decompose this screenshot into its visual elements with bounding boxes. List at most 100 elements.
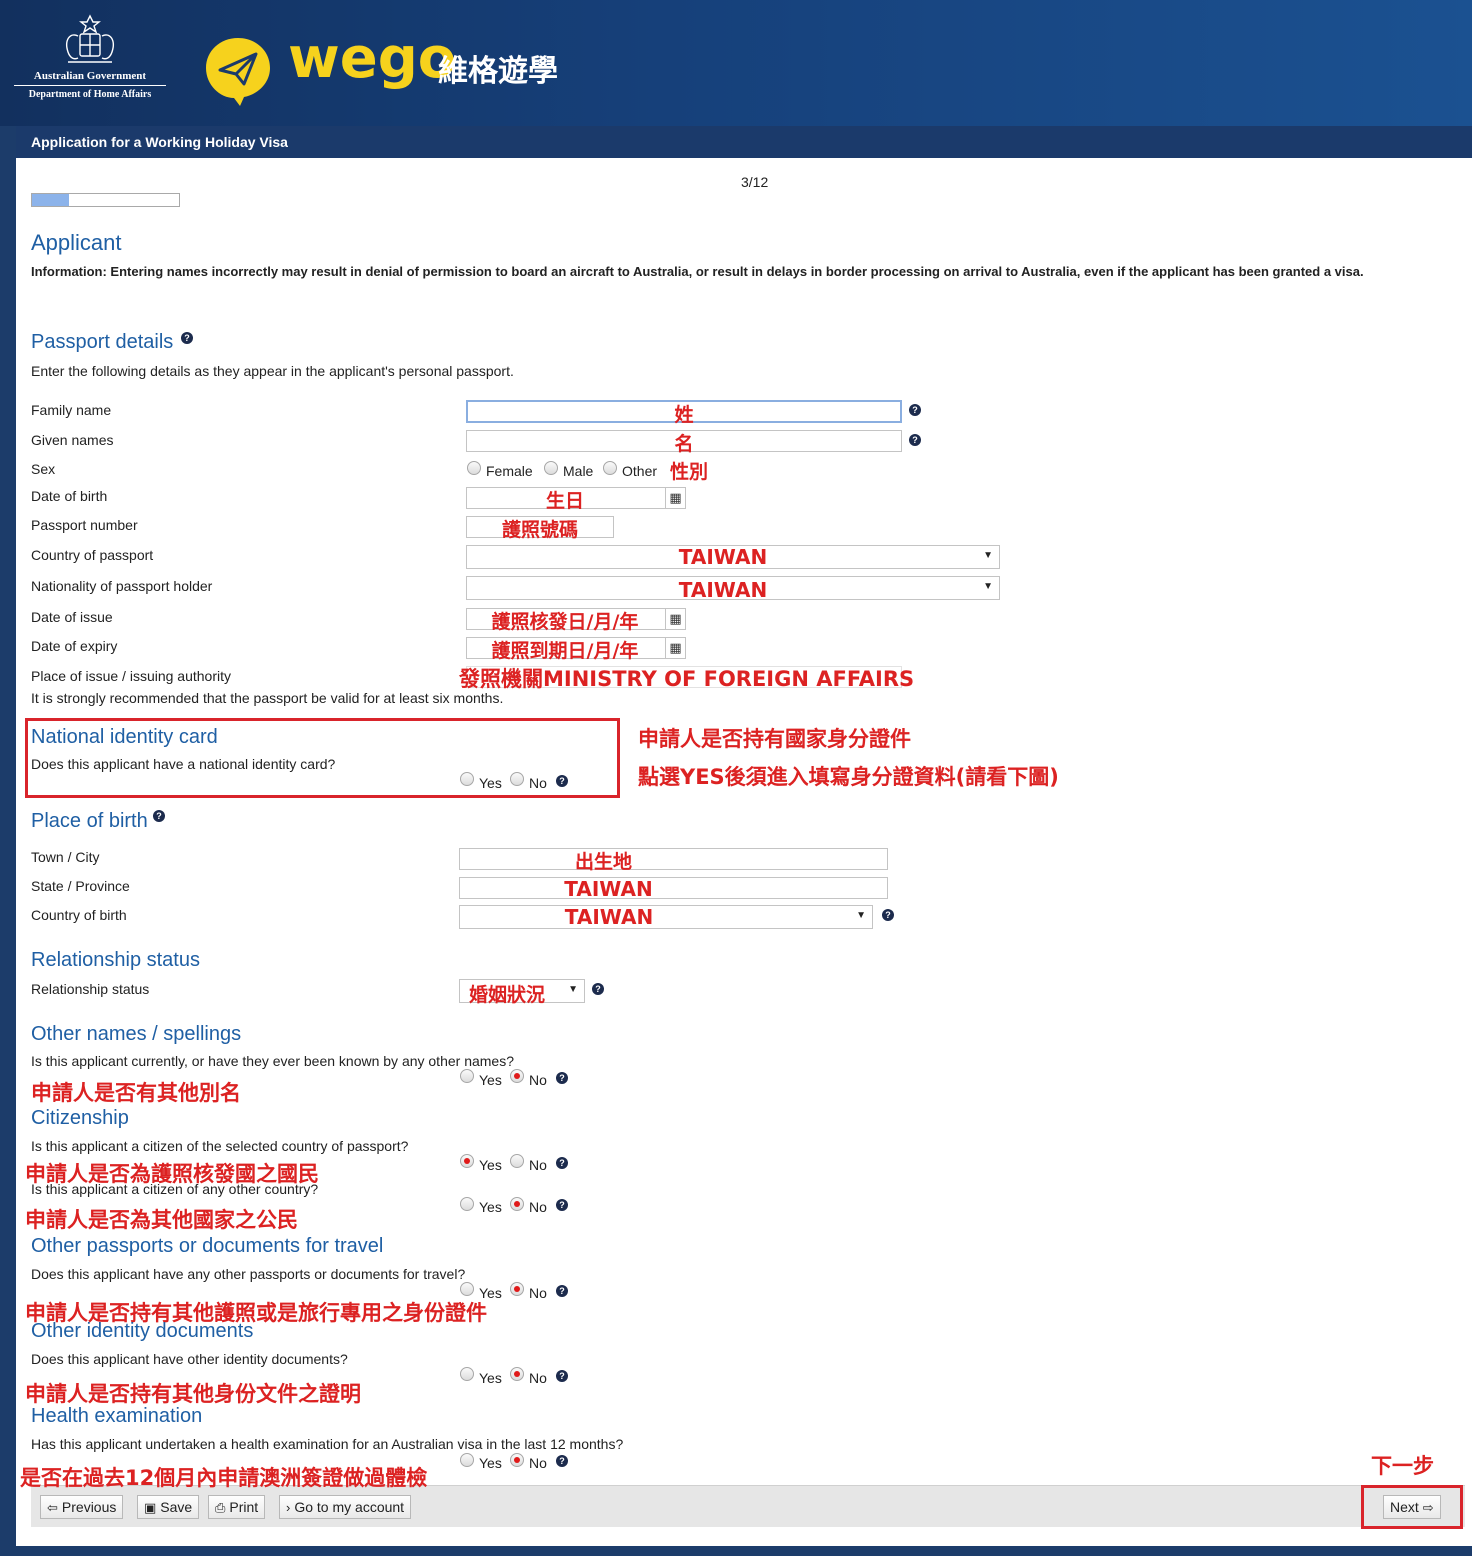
health-exam-no-radio[interactable] (510, 1453, 524, 1467)
health-exam-heading: Health examination (31, 1405, 203, 1427)
step-counter: 3/12 (741, 174, 769, 190)
progress-bar (31, 193, 180, 207)
go-to-account-button[interactable]: › Go to my account (279, 1495, 412, 1519)
health-exam-yes-label: Yes (479, 1455, 502, 1471)
country-of-passport-select[interactable]: TAIWAN ▼ (466, 545, 1000, 569)
country-of-birth-label: Country of birth (31, 907, 127, 923)
date-of-issue-value: 護照核發日/月/年 (491, 611, 639, 633)
nationality-select[interactable]: TAIWAN ▼ (466, 576, 1000, 602)
other-names-yes-radio[interactable] (460, 1069, 474, 1083)
family-name-help-icon[interactable]: ? (909, 404, 921, 416)
dob-value: 生日 (545, 490, 584, 512)
sex-female-label: Female (486, 463, 533, 479)
country-of-birth-select[interactable]: TAIWAN ▼ (459, 905, 873, 929)
citizenship-question-passport-country: Is this applicant a citizen of the selec… (31, 1138, 409, 1154)
other-names-help-icon[interactable]: ? (556, 1072, 568, 1084)
issue-calendar-icon[interactable]: ▦ (665, 609, 685, 629)
previous-button[interactable]: ⇦ Previous (40, 1495, 124, 1519)
other-names-yes-label: Yes (479, 1072, 502, 1088)
other-identity-no-radio[interactable] (510, 1367, 524, 1381)
given-names-value: 名 (674, 433, 694, 455)
citizenship-passport-no-radio[interactable] (510, 1154, 524, 1168)
passport-validity-note: It is strongly recommended that the pass… (31, 690, 504, 706)
printer-icon: ⎙ (215, 1500, 226, 1515)
go-to-account-button-label: Go to my account (294, 1499, 405, 1515)
place-of-issue-value: 發照機關MINISTRY OF FOREIGN AFFAIRS (459, 667, 915, 691)
health-exam-annotation: 是否在過去12個月內申請澳洲簽證做過體檢 (20, 1466, 428, 1490)
family-name-value: 姓 (674, 404, 694, 426)
other-names-no-label: No (529, 1072, 547, 1088)
citizenship-passport-help-icon[interactable]: ? (556, 1157, 568, 1169)
state-province-input[interactable]: TAIWAN (459, 877, 888, 901)
sex-other-radio[interactable] (603, 461, 617, 475)
town-city-value: 出生地 (574, 851, 632, 873)
country-of-passport-label: Country of passport (31, 547, 154, 563)
dob-input[interactable]: 生日 ▦ (466, 487, 686, 512)
progress-bar-fill (32, 194, 69, 206)
national-id-question: Does this applicant have a national iden… (31, 756, 336, 772)
sex-male-label: Male (563, 463, 594, 479)
chevron-right-icon: › (286, 1500, 291, 1515)
save-button[interactable]: ▣ Save (137, 1495, 200, 1519)
dob-label: Date of birth (31, 488, 108, 504)
health-exam-yes-radio[interactable] (460, 1453, 474, 1467)
national-id-help-icon[interactable]: ? (556, 775, 568, 787)
sex-annotation: 性別 (670, 461, 709, 483)
citizenship-heading: Citizenship (31, 1107, 129, 1129)
other-passports-no-radio[interactable] (510, 1282, 524, 1296)
place-of-birth-heading: Place of birth (31, 810, 148, 832)
country-of-birth-value: TAIWAN (564, 905, 654, 929)
health-exam-help-icon[interactable]: ? (556, 1455, 568, 1467)
citizenship-other-annotation: 申請人是否為其他國家之公民 (25, 1208, 298, 1232)
left-frame-border (0, 126, 16, 1556)
health-exam-question: Has this applicant undertaken a health e… (31, 1436, 624, 1452)
national-id-no-radio[interactable] (510, 772, 524, 786)
relationship-heading: Relationship status (31, 949, 200, 971)
other-passports-heading: Other passports or documents for travel (31, 1235, 384, 1257)
citizenship-passport-no-label: No (529, 1157, 547, 1173)
national-id-yes-label: Yes (479, 775, 502, 791)
date-of-expiry-input[interactable]: 護照到期日/月/年 ▦ (466, 637, 686, 662)
crest-divider (14, 85, 166, 86)
sex-male-radio[interactable] (544, 461, 558, 475)
other-identity-yes-label: Yes (479, 1370, 502, 1386)
citizenship-passport-yes-radio[interactable] (460, 1154, 474, 1168)
town-city-input[interactable]: 出生地 (459, 848, 888, 873)
passport-number-input[interactable]: 護照號碼 (466, 516, 614, 541)
print-button[interactable]: ⎙ Print (208, 1495, 266, 1519)
given-names-input[interactable]: 名 (466, 430, 902, 455)
family-name-input[interactable]: 姓 (466, 400, 902, 426)
other-identity-help-icon[interactable]: ? (556, 1370, 568, 1382)
brand-name-chinese: 維格遊學 (438, 54, 558, 89)
sex-female-radio[interactable] (467, 461, 481, 475)
other-names-no-radio[interactable] (510, 1069, 524, 1083)
expiry-calendar-icon[interactable]: ▦ (665, 638, 685, 658)
national-id-yes-radio[interactable] (460, 772, 474, 786)
date-of-issue-input[interactable]: 護照核發日/月/年 ▦ (466, 608, 686, 633)
citizenship-other-help-icon[interactable]: ? (556, 1199, 568, 1211)
chevron-down-icon: ▼ (568, 984, 578, 995)
passport-intro: Enter the following details as they appe… (31, 363, 514, 379)
previous-button-label: Previous (61, 1499, 117, 1515)
place-of-birth-help-icon[interactable]: ? (153, 810, 165, 822)
citizenship-other-yes-radio[interactable] (460, 1197, 474, 1211)
citizenship-other-no-radio[interactable] (510, 1197, 524, 1211)
passport-help-icon[interactable]: ? (181, 332, 193, 344)
country-of-birth-help-icon[interactable]: ? (882, 909, 894, 921)
government-name: Australian Government (33, 70, 147, 82)
arrow-left-icon: ⇦ (47, 1500, 58, 1515)
other-passports-help-icon[interactable]: ? (556, 1285, 568, 1297)
passport-number-value: 護照號碼 (501, 519, 578, 541)
relationship-help-icon[interactable]: ? (592, 983, 604, 995)
page-title-bar: Application for a Working Holiday Visa (0, 126, 1472, 158)
other-names-question: Is this applicant currently, or have the… (31, 1053, 515, 1069)
dob-calendar-icon[interactable]: ▦ (665, 488, 685, 508)
sex-other-label: Other (622, 463, 658, 479)
national-id-annotation: 申請人是否持有國家身分證件 (638, 727, 911, 751)
relationship-select[interactable]: 婚姻狀況 ▼ (459, 979, 585, 1006)
given-names-help-icon[interactable]: ? (909, 434, 921, 446)
save-button-label: Save (160, 1499, 193, 1515)
other-passports-yes-radio[interactable] (460, 1282, 474, 1296)
given-names-label: Given names (31, 432, 114, 448)
other-identity-yes-radio[interactable] (460, 1367, 474, 1381)
